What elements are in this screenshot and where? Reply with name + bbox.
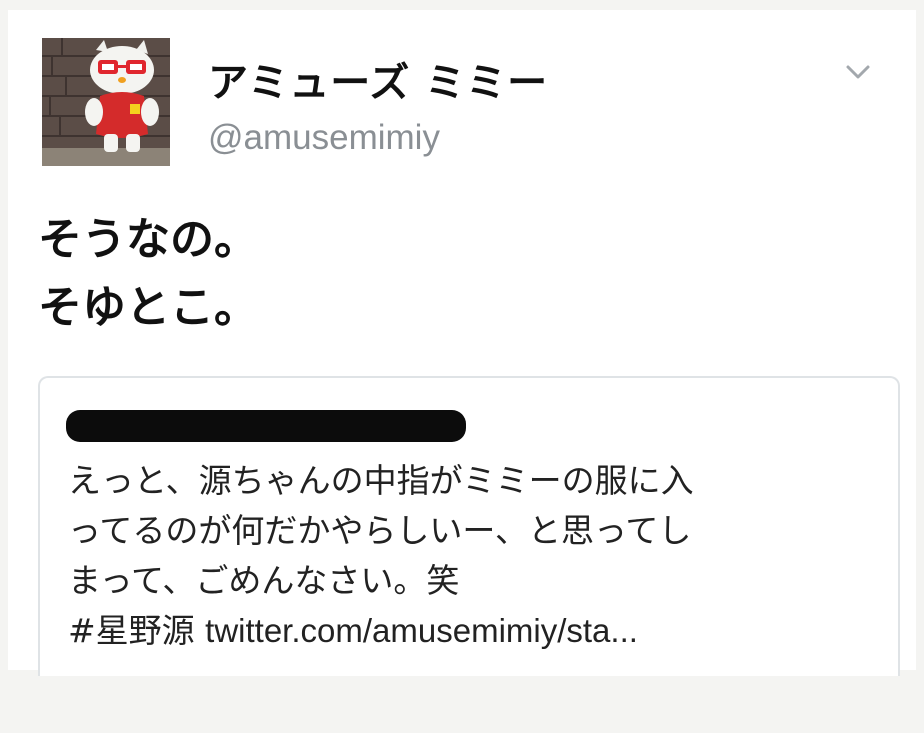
- quoted-tweet-text: えっと、源ちゃんの中指がミミーの服に入 ってるのが何だかやらしいー、と思ってし …: [68, 456, 694, 656]
- quoted-tweet[interactable]: えっと、源ちゃんの中指がミミーの服に入 ってるのが何だかやらしいー、と思ってし …: [38, 376, 900, 676]
- tweet-text-line: そゆとこ。: [38, 282, 258, 333]
- tweet-text-line: そうなの。: [38, 214, 258, 265]
- tweet-menu-button[interactable]: [840, 58, 876, 86]
- quoted-text-line: まって、ごめんなさい。笑: [68, 561, 460, 600]
- user-handle[interactable]: @amusemimiy: [208, 118, 440, 158]
- hashtag-link[interactable]: #星野源: [68, 611, 195, 650]
- quoted-text-line: えっと、源ちゃんの中指がミミーの服に入: [68, 461, 694, 500]
- tweet-card: アミューズ ミミー @amusemimiy そうなの。 そゆとこ。 えっと、源ち…: [8, 10, 916, 676]
- display-name[interactable]: アミューズ ミミー: [208, 50, 548, 108]
- quoted-text-line: ってるのが何だかやらしいー、と思ってし: [68, 511, 692, 550]
- mimiy-mascot-icon: [42, 38, 170, 166]
- redacted-author: [66, 410, 466, 442]
- chevron-down-icon: [846, 65, 870, 79]
- avatar[interactable]: [42, 38, 170, 166]
- status-url-link[interactable]: twitter.com/amusemimiy/sta...: [205, 612, 638, 649]
- quoted-links-line: #星野源 twitter.com/amusemimiy/sta...: [68, 606, 694, 656]
- tweet-text: そうなの。 そゆとこ。: [38, 206, 258, 342]
